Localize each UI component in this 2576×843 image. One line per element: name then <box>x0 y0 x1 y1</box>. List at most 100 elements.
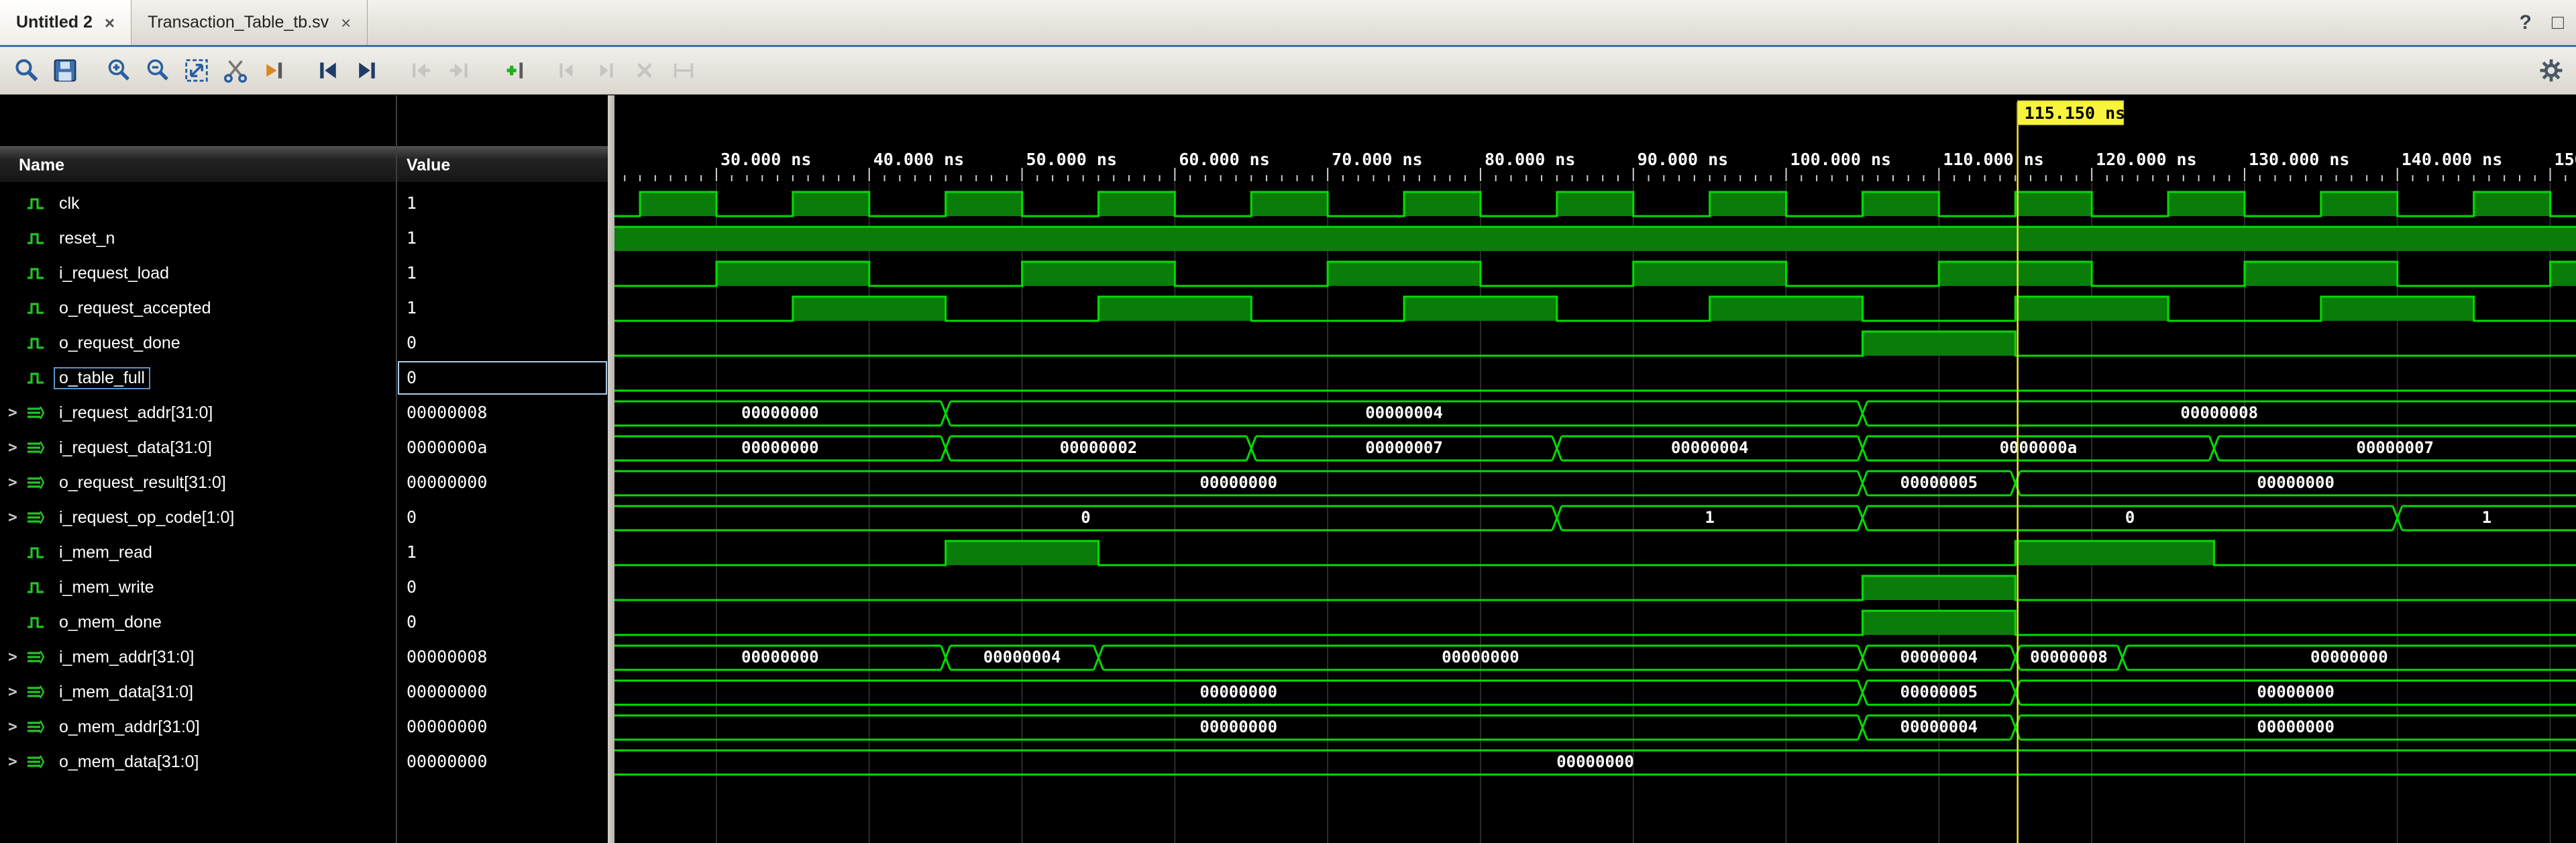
signal-row-i_mem_write[interactable]: i_mem_write <box>0 570 396 605</box>
signal-value-i_request_load[interactable]: 1 <box>397 256 608 291</box>
signal-row-o_request_accepted[interactable]: o_request_accepted <box>0 291 396 326</box>
zoom-to-cursor-button[interactable] <box>219 54 252 87</box>
names-header[interactable]: Name <box>0 146 396 183</box>
save-button[interactable] <box>48 54 82 87</box>
signal-value-clk[interactable]: 1 <box>397 186 608 221</box>
bus-value-label: 00000004 <box>1671 438 1749 457</box>
go-to-last-time-button[interactable] <box>350 54 384 87</box>
wave-row-o_mem_done[interactable] <box>614 609 2576 636</box>
wave-row-o_mem_data310[interactable]: 00000000 <box>614 749 2576 776</box>
signal-value-o_mem_addr310[interactable]: 00000000 <box>397 709 608 744</box>
signal-value-o_mem_data310[interactable]: 00000000 <box>397 744 608 779</box>
signal-row-o_request_done[interactable]: o_request_done <box>0 326 396 360</box>
values-header[interactable]: Value <box>397 146 608 183</box>
wave-row-o_request_result310[interactable]: 00000000 00000005 00000000 <box>614 470 2576 497</box>
wave-toolbar <box>0 47 2576 95</box>
wave-row-o_mem_addr310[interactable]: 00000000 00000004 00000000 <box>614 714 2576 741</box>
expand-icon[interactable]: > <box>8 718 25 736</box>
wave-row-reset_n[interactable] <box>614 226 2576 251</box>
expand-icon[interactable]: > <box>8 648 25 666</box>
bus-value-label: 00000004 <box>983 648 1061 666</box>
expand-icon[interactable]: > <box>8 474 25 491</box>
signal-value-o_request_accepted[interactable]: 1 <box>397 291 608 326</box>
signal-value-label: 00000000 <box>407 717 488 736</box>
signal-value-i_mem_data310[interactable]: 00000000 <box>397 675 608 709</box>
signal-row-o_table_full[interactable]: o_table_full <box>0 360 396 395</box>
signal-value-o_request_result310[interactable]: 00000000 <box>397 465 608 500</box>
expand-icon[interactable]: > <box>8 753 25 771</box>
signal-row-o_mem_addr310[interactable]: > o_mem_addr[31:0] <box>0 709 396 744</box>
add-marker-button[interactable] <box>496 54 530 87</box>
signal-row-reset_n[interactable]: reset_n <box>0 221 396 256</box>
waveform-viewer-window: Untitled 2 × Transaction_Table_tb.sv × ?… <box>0 0 2576 843</box>
signal-value-i_mem_write[interactable]: 0 <box>397 570 608 605</box>
signal-row-o_request_result310[interactable]: > o_request_result[31:0] <box>0 465 396 500</box>
time-ruler[interactable]: 30.000 ns 40.000 ns 50.000 ns 60.000 ns 70.0… <box>624 150 2576 181</box>
signal-row-o_mem_data310[interactable]: > o_mem_data[31:0] <box>0 744 396 779</box>
help-icon[interactable]: ? <box>2520 11 2532 34</box>
zoom-in-button[interactable] <box>102 54 136 87</box>
signal-value-i_mem_addr310[interactable]: 00000008 <box>397 640 608 675</box>
find-button[interactable] <box>9 54 43 87</box>
wave-row-o_request_accepted[interactable] <box>614 295 2576 322</box>
signal-value-reset_n[interactable]: 1 <box>397 221 608 256</box>
close-icon[interactable]: × <box>341 14 351 32</box>
wave-row-o_request_done[interactable] <box>614 330 2576 357</box>
zoom-out-button[interactable] <box>141 54 174 87</box>
signal-row-i_request_addr310[interactable]: > i_request_addr[31:0] <box>0 395 396 430</box>
wave-row-i_mem_read[interactable] <box>614 540 2576 566</box>
signal-row-i_request_load[interactable]: i_request_load <box>0 256 396 291</box>
expand-icon[interactable]: > <box>8 683 25 701</box>
next-transition-button[interactable] <box>443 54 476 87</box>
bus-value-label: 00000000 <box>1556 752 1634 771</box>
previous-transition-button[interactable] <box>404 54 437 87</box>
signal-row-i_mem_data310[interactable]: > i_mem_data[31:0] <box>0 675 396 709</box>
wave-row-i_request_load[interactable] <box>614 260 2576 287</box>
wave-area[interactable]: 30.000 ns 40.000 ns 50.000 ns 60.000 ns 70.0… <box>614 95 2576 843</box>
delete-marker-button[interactable] <box>628 54 661 87</box>
wave-row-clk[interactable] <box>614 191 2576 217</box>
ruler-label: 50.000 ns <box>1026 150 1117 169</box>
bus-signal-icon <box>28 685 45 699</box>
signal-value-o_request_done[interactable]: 0 <box>397 326 608 360</box>
tab-untitled-2[interactable]: Untitled 2 × <box>0 0 132 45</box>
tab-transaction-table-tb-sv[interactable]: Transaction_Table_tb.sv × <box>131 0 368 45</box>
wave-row-i_request_op_code10[interactable]: 0 1 0 1 <box>614 505 2576 532</box>
signal-row-o_mem_done[interactable]: o_mem_done <box>0 605 396 640</box>
wave-row-i_request_data310[interactable]: 00000000 00000002 00000007 00000004 0000000a… <box>614 435 2576 462</box>
signal-row-i_request_op_code10[interactable]: > i_request_op_code[1:0] <box>0 500 396 535</box>
signal-value-i_request_op_code10[interactable]: 0 <box>397 500 608 535</box>
signal-value-o_mem_done[interactable]: 0 <box>397 605 608 640</box>
close-icon[interactable]: × <box>105 14 115 32</box>
signal-row-i_request_data310[interactable]: > i_request_data[31:0] <box>0 430 396 465</box>
add-marker-icon <box>506 62 523 79</box>
next-marker-button[interactable] <box>589 54 623 87</box>
signal-row-i_mem_read[interactable]: i_mem_read <box>0 535 396 570</box>
wave-svg[interactable]: 30.000 ns 40.000 ns 50.000 ns 60.000 ns 70.0… <box>614 95 2576 843</box>
signal-name-label: i_request_op_code[1:0] <box>59 507 235 527</box>
previous-marker-button[interactable] <box>550 54 584 87</box>
signal-row-clk[interactable]: clk <box>0 186 396 221</box>
signal-value-o_table_full[interactable]: 0 <box>397 360 608 395</box>
signal-row-i_mem_addr310[interactable]: > i_mem_addr[31:0] <box>0 640 396 675</box>
expand-icon[interactable]: > <box>8 439 25 456</box>
go-to-time-0-button[interactable] <box>311 54 345 87</box>
bus-value-label: 00000005 <box>1900 473 1978 492</box>
panel-splitter[interactable] <box>608 95 614 843</box>
snap-to-transition-button[interactable] <box>667 54 700 87</box>
wave-row-i_request_addr310[interactable]: 00000000 00000004 00000008 <box>614 400 2576 427</box>
settings-button[interactable] <box>2534 54 2568 87</box>
name-header-label: Name <box>19 156 65 175</box>
expand-icon[interactable]: > <box>8 509 25 526</box>
float-window-icon[interactable]: □ <box>2552 11 2564 34</box>
signal-value-i_request_data310[interactable]: 0000000a <box>397 430 608 465</box>
signal-value-i_request_addr310[interactable]: 00000008 <box>397 395 608 430</box>
go-to-cursor-button[interactable] <box>258 54 291 87</box>
expand-icon[interactable]: > <box>8 404 25 422</box>
wave-row-i_mem_data310[interactable]: 00000000 00000005 00000000 <box>614 679 2576 706</box>
zoom-in-icon <box>108 59 129 81</box>
wave-row-i_mem_addr310[interactable]: 00000000 00000004 00000000 00000004 00000008… <box>614 644 2576 671</box>
signal-value-i_mem_read[interactable]: 1 <box>397 535 608 570</box>
zoom-fit-button[interactable] <box>180 54 213 87</box>
wave-row-i_mem_write[interactable] <box>614 575 2576 601</box>
